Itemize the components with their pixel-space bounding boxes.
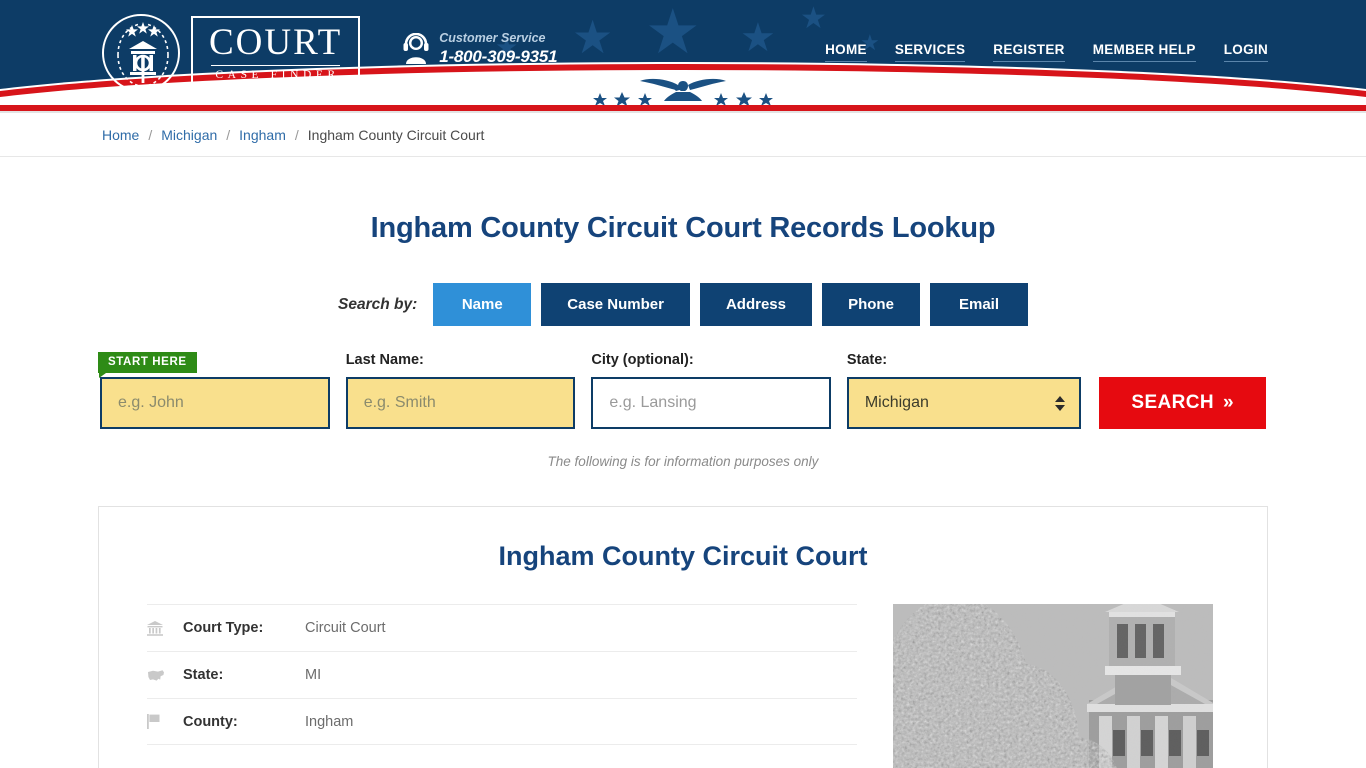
row-value: Circuit Court [305,620,386,636]
row-value: MI [305,667,322,683]
last-name-field-group: Last Name: e.g. Smith [345,352,576,429]
tab-case-number[interactable]: Case Number [541,283,690,326]
tab-name[interactable]: Name [433,283,532,326]
tab-address[interactable]: Address [699,283,812,326]
logo-main-text: COURT [209,21,343,63]
courthouse-icon [147,620,183,636]
last-name-label: Last Name: [345,352,424,368]
chevron-updown-icon [1055,395,1066,411]
courthouse-photo [893,604,1213,768]
page-title: Ingham County Circuit Court Records Look… [370,212,996,244]
table-row: Court Type: Circuit Court [147,604,857,651]
form-fields-row: First Name: e.g. John Last Name: e.g. Sm… [100,352,1266,429]
court-detail-card: Ingham County Circuit Court Court Type: … [98,506,1268,768]
main-content: Ingham County Circuit Court Records Look… [98,212,1268,768]
disclaimer-text: The following is for information purpose… [547,454,819,469]
double-chevron-right-icon: » [1223,392,1234,413]
search-by-tabs: Search by: Name Case Number Address Phon… [98,283,1268,326]
search-by-label: Search by: [338,295,418,313]
breadcrumb-item-home[interactable]: Home [102,127,139,143]
breadcrumb-separator: / [226,127,231,143]
breadcrumb-item-current: Ingham County Circuit Court [307,127,485,143]
row-value: Ingham [305,713,354,730]
customer-service-label: Customer Service [439,31,546,45]
state-select-value: Michigan [864,394,929,411]
start-here-badge: START HERE [98,352,197,378]
breadcrumb-separator: / [294,127,299,143]
search-input-first-name[interactable]: e.g. John [100,377,330,429]
search-input-city[interactable]: e.g. Lansing [591,377,831,429]
flag-icon [147,714,183,729]
court-name-heading: Ingham County Circuit Court [498,541,868,571]
row-label: Court Type: [183,620,264,636]
city-field-group: City (optional): e.g. Lansing [591,352,831,429]
site-header: ★ ★ ★ ★ ★ ★ COURT CASE FINDER Customer S… [0,0,1366,105]
search-button-label: SEARCH [1131,392,1215,413]
state-select[interactable]: Michigan [846,377,1082,429]
breadcrumb-bar: Home / Michigan / Ingham / Ingham County… [0,113,1366,157]
table-row: County: Ingham [147,698,857,745]
search-input-last-name[interactable]: e.g. Smith [345,377,576,429]
search-form: START HERE First Name: e.g. John Last Na… [98,352,1268,429]
state-label: State: [846,352,888,368]
search-button[interactable]: SEARCH » [1099,377,1266,429]
tab-email[interactable]: Email [930,283,1028,326]
card-body: Court Type: Circuit Court State: MI Coun… [147,604,1219,768]
tab-phone[interactable]: Phone [822,283,920,326]
row-label: County: [183,713,238,730]
eagle-emblem-icon [593,78,773,105]
state-field-group: State: Michigan [846,352,1082,429]
city-label: City (optional): [591,352,694,368]
breadcrumb-item-ingham[interactable]: Ingham [239,127,286,143]
row-label: State: [183,667,224,683]
table-row: State: MI [147,651,857,698]
us-map-icon [147,669,183,682]
breadcrumb: Home / Michigan / Ingham / Ingham County… [98,113,1268,156]
breadcrumb-separator: / [148,127,153,143]
breadcrumb-item-michigan[interactable]: Michigan [161,127,217,143]
court-details-table: Court Type: Circuit Court State: MI Coun… [147,604,857,768]
